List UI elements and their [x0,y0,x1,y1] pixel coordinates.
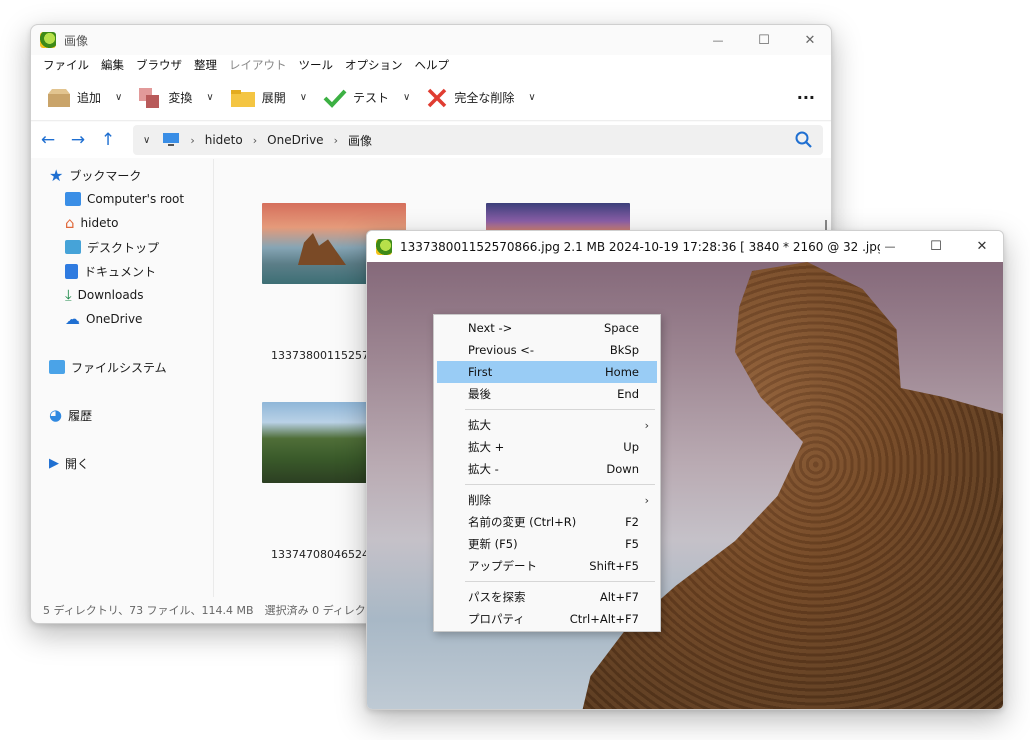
minimize-button[interactable]: — [867,231,913,261]
box-icon [48,88,70,107]
chevron-down-icon[interactable]: ∨ [403,92,410,103]
extract-button[interactable]: 展開 ∨ [224,81,313,115]
maximize-button[interactable]: ☐ [741,25,787,55]
window-controls: — ☐ ✕ [695,25,831,55]
back-arrow-icon[interactable]: ← [33,130,63,150]
sidebar-item-documents[interactable]: ドキュメント [65,260,156,282]
menu-item-update[interactable]: アップデート Shift+F5 [437,555,657,577]
chevron-down-icon[interactable]: ∨ [115,92,122,103]
chevron-down-icon[interactable]: ∨ [143,135,150,146]
sidebar-bookmarks[interactable]: ★ ブックマーク [49,164,141,186]
computer-icon [163,133,180,146]
menu-item-rename[interactable]: 名前の変更 (Ctrl+R) F2 [437,511,657,533]
desktop-icon [65,240,81,254]
thumbnail-sunset[interactable] [486,203,630,233]
cloud-icon: ☁ [65,310,80,328]
menu-bar: ファイル 編集 ブラウザ 整理 レイアウト ツール オプション ヘルプ [31,55,831,75]
home-icon: ⌂ [65,214,75,232]
sidebar-history[interactable]: ◕ 履歴 [49,404,92,426]
star-icon: ★ [49,165,64,185]
sidebar-item-onedrive[interactable]: ☁ OneDrive [65,308,142,330]
menu-item-previous[interactable]: Previous <- BkSp [437,339,657,361]
folder-icon [49,360,65,374]
sidebar-item-downloads[interactable]: ⤓ Downloads [65,284,144,306]
computer-icon [65,192,81,206]
chevron-right-icon: › [190,133,195,147]
history-icon: ◕ [49,406,63,424]
sidebar-open[interactable]: ▶ 開く [49,452,89,474]
chevron-right-icon: › [644,418,649,432]
maximize-button[interactable]: ☐ [913,231,959,261]
download-icon: ⤓ [65,286,72,304]
context-menu: Next -> Space Previous <- BkSp First Hom… [433,314,661,632]
up-arrow-icon[interactable]: ↑ [93,130,123,150]
menu-item-zoom[interactable]: 拡大 › [437,414,657,436]
close-button[interactable]: ✕ [787,25,831,55]
menu-item-last[interactable]: 最後 End [437,383,657,405]
menu-separator [465,409,655,410]
sidebar-item-computer-root[interactable]: Computer's root [65,188,184,210]
menu-item-first[interactable]: First Home [437,361,657,383]
breadcrumb-images[interactable]: 画像 [348,132,372,149]
window-controls: — ☐ ✕ [867,231,1003,261]
menu-edit[interactable]: 編集 [95,57,130,73]
menu-organize[interactable]: 整理 [188,57,223,73]
address-bar: ← → ↑ ∨ › hideto › OneDrive › 画像 [31,122,831,158]
menu-item-zoom-out[interactable]: 拡大 - Down [437,458,657,480]
more-button[interactable]: ··· [797,88,815,107]
forward-arrow-icon[interactable]: → [63,130,93,150]
menu-item-refresh[interactable]: 更新 (F5) F5 [437,533,657,555]
menu-tools[interactable]: ツール [293,57,340,73]
minimize-button[interactable]: — [695,25,741,55]
breadcrumb-hideto[interactable]: hideto [205,133,243,147]
test-button[interactable]: テスト ∨ [317,81,416,115]
window-title: 画像 [64,33,89,48]
menu-item-delete[interactable]: 削除 › [437,489,657,511]
menu-separator [465,581,655,582]
toolbar: 追加 ∨ 変換 ∨ 展開 ∨ テスト ∨ 完全な削除 ∨ ··· [31,75,831,121]
sidebar: ★ ブックマーク Computer's root ⌂ hideto デスクトップ… [31,159,211,597]
chevron-right-icon: › [333,133,338,147]
app-icon [376,238,392,255]
menu-item-explore-path[interactable]: パスを探索 Alt+F7 [437,586,657,608]
menu-help[interactable]: ヘルプ [409,57,456,73]
close-button[interactable]: ✕ [959,231,1003,261]
search-icon[interactable] [795,131,813,149]
sidebar-item-hideto[interactable]: ⌂ hideto [65,212,119,234]
chevron-right-icon: › [252,133,258,147]
play-icon: ▶ [49,455,59,471]
menu-file[interactable]: ファイル [37,57,95,73]
sidebar-filesystem[interactable]: ファイルシステム [49,356,167,378]
chevron-down-icon[interactable]: ∨ [206,92,213,103]
menu-item-zoom-in[interactable]: 拡大 + Up [437,436,657,458]
delete-button[interactable]: 完全な削除 ∨ [420,81,541,115]
breadcrumb-onedrive[interactable]: OneDrive [267,133,323,147]
convert-button[interactable]: 変換 ∨ [132,81,219,115]
checkmark-icon [323,89,347,108]
menu-layout[interactable]: レイアウト [223,57,293,73]
menu-browser[interactable]: ブラウザ [130,57,188,73]
menu-options[interactable]: オプション [339,57,409,73]
breadcrumb[interactable]: ∨ › hideto › OneDrive › 画像 [133,125,823,155]
delete-x-icon [428,88,447,107]
sidebar-item-desktop[interactable]: デスクトップ [65,236,159,258]
app-icon [40,32,56,48]
folder-icon [230,89,255,107]
document-icon [65,263,78,279]
chevron-right-icon: › [644,493,649,507]
convert-icon [139,87,160,108]
menu-separator [465,484,655,485]
chevron-down-icon[interactable]: ∨ [300,92,307,103]
add-button[interactable]: 追加 ∨ [41,81,128,115]
viewer-title: 133738001152570866.jpg 2.1 MB 2024-10-19… [400,239,880,254]
menu-item-properties[interactable]: プロパティ Ctrl+Alt+F7 [437,608,657,630]
chevron-down-icon[interactable]: ∨ [528,92,535,103]
menu-item-next[interactable]: Next -> Space [437,317,657,339]
